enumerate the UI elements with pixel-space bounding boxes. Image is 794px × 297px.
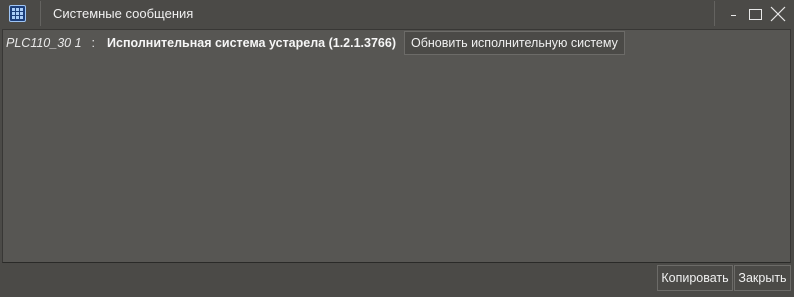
message-row: PLC110_30 1 : Исполнительная система уст… [6, 31, 625, 55]
copy-button[interactable]: Копировать [657, 265, 733, 291]
minimize-icon [730, 14, 736, 16]
maximize-button[interactable] [745, 3, 765, 25]
update-runtime-button[interactable]: Обновить исполнительную систему [404, 31, 625, 55]
close-button[interactable]: Закрыть [734, 265, 791, 291]
message-device: PLC110_30 1 [6, 36, 82, 50]
title-separator [40, 1, 41, 26]
maximize-icon [748, 8, 762, 20]
messages-panel: PLC110_30 1 : Исполнительная система уст… [2, 29, 791, 263]
title-separator-right [714, 1, 715, 26]
close-window-button[interactable] [768, 3, 788, 25]
window-title: Системные сообщения [53, 6, 194, 21]
message-separator: : [91, 36, 96, 50]
title-bar[interactable]: Системные сообщения [0, 0, 794, 27]
grid-app-icon[interactable] [9, 5, 26, 22]
close-icon [770, 6, 786, 22]
system-messages-window: Системные сообщения PLC110_30 1 : Исполн… [0, 0, 794, 297]
message-text: Исполнительная система устарела (1.2.1.3… [107, 36, 396, 50]
minimize-button[interactable] [723, 3, 743, 25]
